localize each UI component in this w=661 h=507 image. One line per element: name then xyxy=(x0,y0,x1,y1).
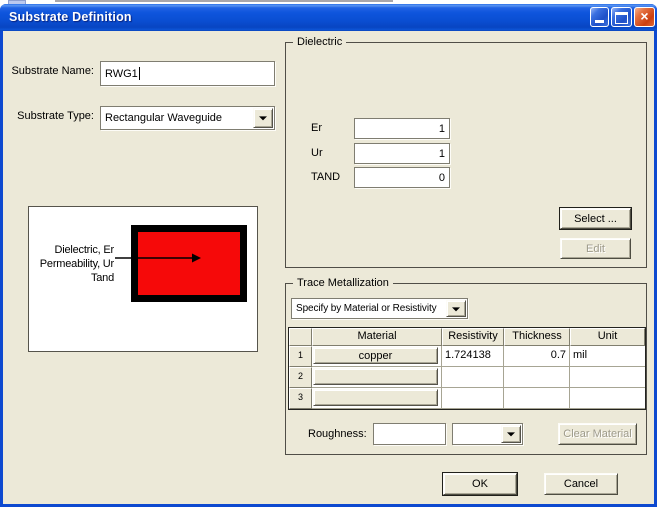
edit-material-button[interactable]: Edit xyxy=(560,238,631,259)
substrate-diagram: Dielectric, Er Permeability, Ur Tand xyxy=(28,206,258,352)
specify-by-value: Specify by Material or Resistivity xyxy=(296,299,445,318)
thickness-header: Thickness xyxy=(504,328,570,346)
window-controls: × xyxy=(590,7,655,27)
thickness-cell[interactable]: 0.7 xyxy=(504,346,570,367)
ur-label: Ur xyxy=(311,147,351,159)
cancel-button[interactable]: Cancel xyxy=(544,473,618,495)
unit-header: Unit xyxy=(570,328,645,346)
dielectric-group-title: Dielectric xyxy=(293,35,346,49)
roughness-label: Roughness: xyxy=(308,428,367,440)
material-cell xyxy=(312,367,442,388)
substrate-type-select[interactable]: Rectangular Waveguide xyxy=(100,106,275,130)
unit-cell[interactable]: mil xyxy=(570,346,645,367)
diagram-caption-line1: Dielectric, Er xyxy=(29,243,114,257)
select-material-button[interactable]: Select ... xyxy=(560,208,631,229)
unit-cell[interactable] xyxy=(570,388,645,409)
material-button[interactable] xyxy=(313,389,438,406)
chevron-down-icon xyxy=(507,432,515,436)
er-value: 1 xyxy=(359,119,445,138)
dialog-body: Substrate Name: RWG1 Substrate Type: Rec… xyxy=(3,31,654,504)
dielectric-group: Dielectric Er 1 Ur 1 TAND 0 Select ... E… xyxy=(285,42,647,268)
row-number-header xyxy=(289,328,312,346)
material-cell xyxy=(312,388,442,409)
clear-material-button[interactable]: Clear Material xyxy=(558,423,637,445)
ur-value: 1 xyxy=(359,144,445,163)
thickness-cell[interactable] xyxy=(504,388,570,409)
substrate-type-value: Rectangular Waveguide xyxy=(105,107,252,129)
material-header: Material xyxy=(312,328,442,346)
resistivity-header: Resistivity xyxy=(442,328,504,346)
diagram-caption-line3: Tand xyxy=(29,271,114,285)
resistivity-cell[interactable] xyxy=(442,367,504,388)
trace-metallization-group-title: Trace Metallization xyxy=(293,276,393,290)
substrate-definition-dialog: Substrate Definition × Substrate Name: R… xyxy=(0,4,657,507)
close-button[interactable]: × xyxy=(634,7,655,27)
maximize-button[interactable] xyxy=(611,7,632,27)
maximize-icon xyxy=(615,12,628,24)
row-number[interactable]: 2 xyxy=(289,367,312,388)
material-button[interactable]: copper xyxy=(313,347,438,364)
ur-input[interactable]: 1 xyxy=(354,143,450,164)
screen: Substrate Definition × Substrate Name: R… xyxy=(0,0,661,507)
roughness-value xyxy=(378,424,441,444)
er-label: Er xyxy=(311,122,351,134)
substrate-type-dropdown-button[interactable] xyxy=(253,108,273,128)
roughness-unit-value xyxy=(457,424,500,444)
specify-by-dropdown-button[interactable] xyxy=(446,300,466,317)
resistivity-cell[interactable]: 1.724138 xyxy=(442,346,504,367)
minimize-button[interactable] xyxy=(590,7,609,27)
roughness-unit-select[interactable] xyxy=(452,423,523,445)
roughness-input[interactable] xyxy=(373,423,446,445)
close-icon: × xyxy=(635,8,654,26)
material-cell: copper xyxy=(312,346,442,367)
er-input[interactable]: 1 xyxy=(354,118,450,139)
chevron-down-icon xyxy=(259,116,267,120)
unit-cell[interactable] xyxy=(570,367,645,388)
minimize-icon xyxy=(595,20,604,23)
material-button[interactable] xyxy=(313,368,438,385)
specify-by-select[interactable]: Specify by Material or Resistivity xyxy=(291,298,468,319)
background-window-edge xyxy=(55,0,393,2)
ok-button[interactable]: OK xyxy=(443,473,517,495)
metal-layers-table: Material Resistivity Thickness Unit 1 co… xyxy=(288,327,646,410)
window-title: Substrate Definition xyxy=(9,10,132,24)
tand-value: 0 xyxy=(359,168,445,187)
diagram-caption: Dielectric, Er Permeability, Ur Tand xyxy=(29,243,114,285)
tand-label: TAND xyxy=(311,171,351,183)
text-caret xyxy=(139,67,140,80)
trace-metallization-group: Trace Metallization Specify by Material … xyxy=(285,283,647,455)
thickness-cell[interactable] xyxy=(504,367,570,388)
substrate-name-value: RWG1 xyxy=(105,68,138,80)
substrate-name-input[interactable]: RWG1 xyxy=(100,61,275,86)
substrate-type-label: Substrate Type: xyxy=(9,110,94,122)
resistivity-cell[interactable] xyxy=(442,388,504,409)
tand-input[interactable]: 0 xyxy=(354,167,450,188)
pointer-arrow-icon xyxy=(115,252,201,264)
diagram-caption-line2: Permeability, Ur xyxy=(29,257,114,271)
roughness-unit-dropdown-button[interactable] xyxy=(501,425,521,443)
title-bar[interactable]: Substrate Definition × xyxy=(0,4,657,31)
substrate-name-label: Substrate Name: xyxy=(9,65,94,77)
row-number[interactable]: 1 xyxy=(289,346,312,367)
chevron-down-icon xyxy=(452,307,460,311)
row-number[interactable]: 3 xyxy=(289,388,312,409)
